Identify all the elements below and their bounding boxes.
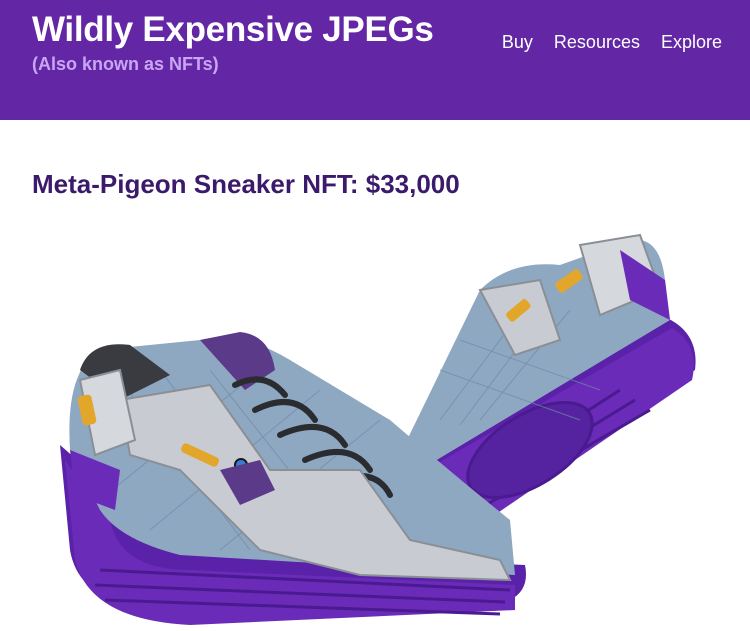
product-title: Meta-Pigeon Sneaker NFT: $33,000 (32, 169, 460, 199)
nav-link-resources[interactable]: Resources (554, 30, 640, 54)
site-title[interactable]: Wildly Expensive JPEGs (32, 8, 434, 52)
site-subtitle: (Also known as NFTs) (32, 54, 219, 74)
main-nav: Buy Resources Explore (502, 30, 722, 54)
site-header: Wildly Expensive JPEGs (Also known as NF… (0, 0, 750, 120)
nav-link-explore[interactable]: Explore (661, 30, 722, 54)
sneaker-pair-image (60, 233, 696, 625)
brand: Wildly Expensive JPEGs (Also known as NF… (32, 8, 434, 76)
nav-link-buy[interactable]: Buy (502, 30, 533, 54)
